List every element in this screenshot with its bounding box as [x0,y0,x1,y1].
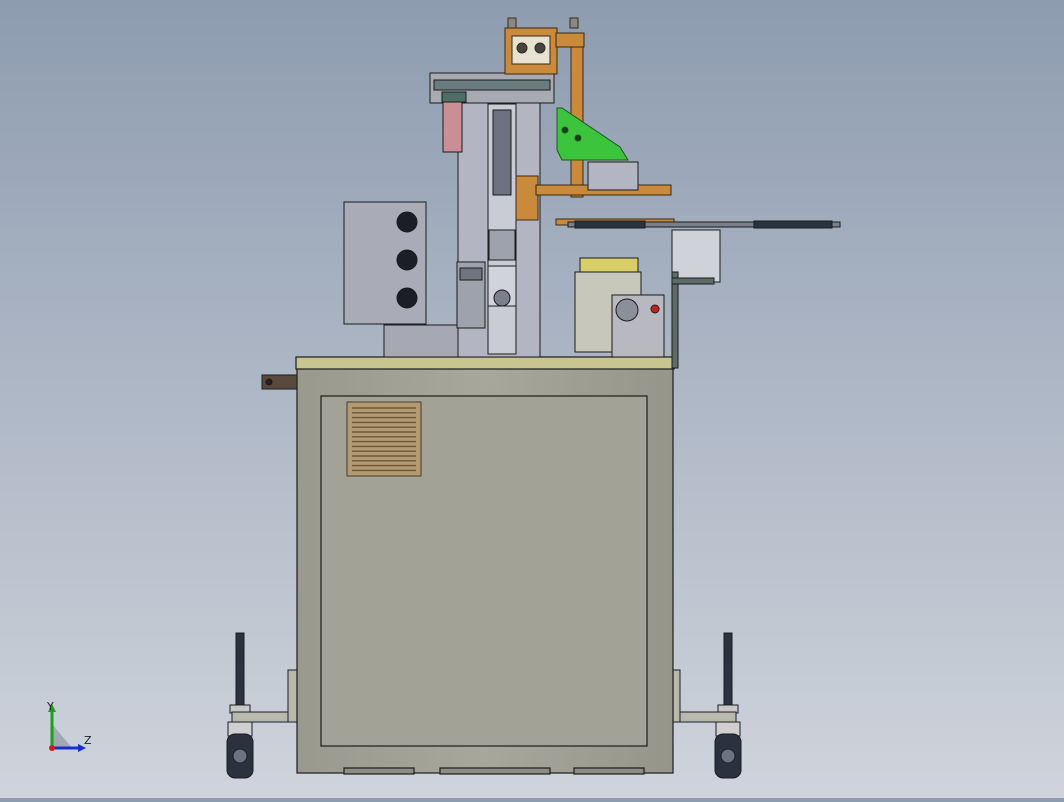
left-electrical-box [343,201,427,325]
side-handle [261,374,298,390]
green-plate [556,107,629,161]
triad-y-label: Y [47,700,54,713]
yellow-block [574,257,665,358]
cad-viewport[interactable]: Y Z [0,0,1064,798]
right-caster [669,632,742,779]
machine-model[interactable] [0,0,1064,798]
cylinder [456,261,486,329]
left-caster [226,632,299,779]
vent-panel [346,401,422,477]
tabletop [295,356,675,370]
triad-z-label: Z [84,734,92,747]
right-assembly [671,229,721,369]
